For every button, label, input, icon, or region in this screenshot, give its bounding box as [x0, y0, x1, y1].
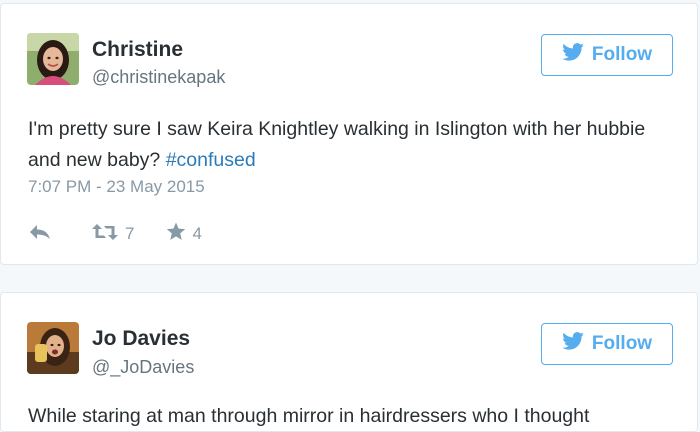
user-handle[interactable]: @christinekapak: [92, 67, 225, 88]
display-name[interactable]: Christine: [92, 38, 183, 62]
follow-button[interactable]: Follow: [541, 323, 673, 365]
tweet-body: While staring at man through mirror in h…: [28, 405, 590, 427]
tweet-timestamp[interactable]: 7:07 PM - 23 May 2015: [28, 177, 205, 197]
bird-icon: [562, 332, 584, 356]
user-handle[interactable]: @_JoDavies: [92, 357, 194, 378]
bird-icon: [562, 43, 584, 67]
follow-label: Follow: [591, 44, 653, 65]
favorite-count: 4: [192, 224, 202, 243]
avatar[interactable]: [27, 322, 79, 374]
retweet-icon: [91, 223, 119, 246]
favorite-button[interactable]: 4: [166, 222, 202, 246]
follow-label: Follow: [591, 333, 653, 354]
tweet-card: Christine @christinekapak Follow I'm pre…: [0, 3, 698, 265]
follow-button[interactable]: Follow: [541, 34, 673, 76]
reply-icon: [29, 224, 51, 245]
tweet-card: Jo Davies @_JoDavies Follow While starin…: [0, 292, 698, 432]
tweet-text: While staring at man through mirror in h…: [28, 401, 668, 432]
tweet-body: I'm pretty sure I saw Keira Knightley wa…: [28, 118, 646, 171]
tweet-actions: 7 4: [29, 219, 202, 249]
star-icon: [166, 222, 186, 246]
retweet-button[interactable]: 7: [91, 223, 134, 246]
reply-button[interactable]: [29, 224, 51, 245]
retweet-count: 7: [125, 224, 135, 243]
tweet-text: I'm pretty sure I saw Keira Knightley wa…: [28, 114, 668, 176]
display-name[interactable]: Jo Davies: [92, 327, 190, 351]
hashtag-link[interactable]: #confused: [166, 149, 256, 171]
avatar[interactable]: [27, 33, 79, 85]
